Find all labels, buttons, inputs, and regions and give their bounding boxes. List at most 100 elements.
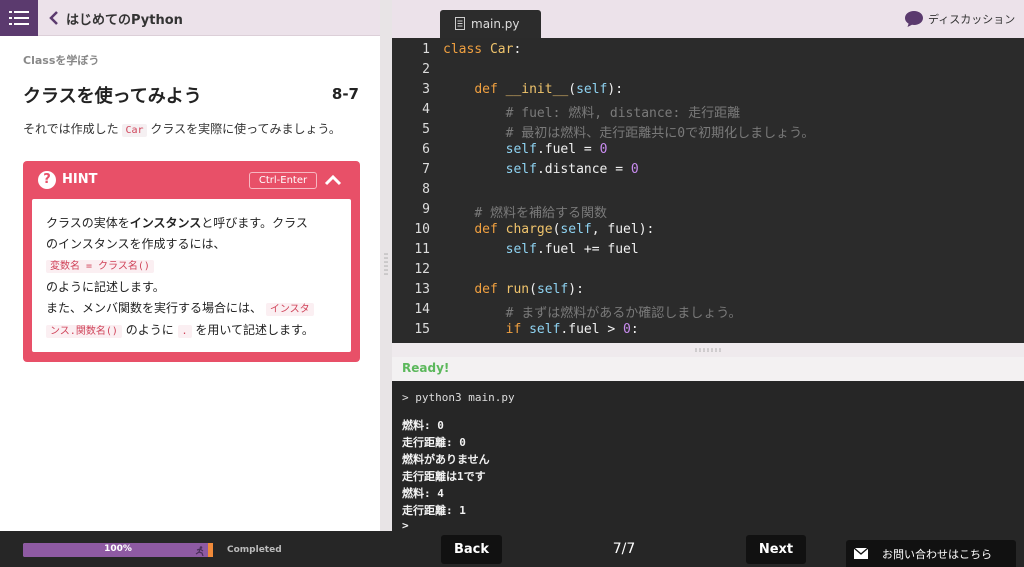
progress-goal-marker bbox=[208, 543, 213, 557]
code-comment: # 燃料を補給する関数 bbox=[474, 206, 607, 221]
line-number: 9 bbox=[422, 202, 430, 217]
line-number: 14 bbox=[414, 302, 430, 317]
page-indicator: 7/7 bbox=[612, 541, 636, 557]
contact-button[interactable]: お問い合わせはこちら bbox=[846, 540, 1016, 567]
hint-line: また、メンバ関数を実行する場合には、 インスタ bbox=[46, 298, 338, 320]
code-line: def __init__(self): bbox=[443, 82, 623, 97]
code-token: Car bbox=[489, 42, 514, 57]
progress-bar: 100% bbox=[23, 543, 213, 557]
hint-line: ンス.関数名() のように . を用いて記述します。 bbox=[46, 320, 338, 342]
code-token: self bbox=[505, 242, 537, 257]
code-line: # 燃料を補給する関数 bbox=[443, 202, 607, 221]
line-number: 3 bbox=[422, 82, 430, 97]
chevron-up-icon[interactable] bbox=[323, 171, 343, 189]
hint-text: のように bbox=[125, 323, 174, 337]
menu-button[interactable] bbox=[0, 0, 38, 36]
console-line: 走行距離は1です bbox=[402, 470, 486, 483]
code-token: if bbox=[505, 322, 522, 337]
hamburger-menu-icon bbox=[9, 11, 29, 25]
code-token: .distance = bbox=[536, 162, 631, 177]
code-token: charge bbox=[505, 222, 553, 237]
code-token: .fuel += fuel bbox=[536, 242, 639, 257]
console-line: 燃料がありません bbox=[402, 453, 490, 466]
progress-label: 100% bbox=[104, 544, 132, 554]
code-editor[interactable]: 1 2 3 4 5 6 7 8 9 10 11 12 13 14 15 clas… bbox=[392, 38, 1024, 343]
hint-label: HINT bbox=[62, 172, 98, 187]
top-bar: はじめてのPython bbox=[0, 0, 380, 36]
drag-handle-icon[interactable] bbox=[384, 252, 388, 276]
line-number: 8 bbox=[422, 182, 430, 197]
file-icon bbox=[455, 17, 465, 30]
code-token: , fuel): bbox=[591, 222, 655, 237]
drag-handle-icon[interactable] bbox=[694, 348, 724, 352]
hint-line: のインスタンスを作成するには、 bbox=[46, 237, 226, 251]
hint-emphasis: インスタンス bbox=[129, 216, 202, 230]
console-line: 走行距離: 1 bbox=[402, 504, 466, 517]
line-number: 12 bbox=[414, 262, 430, 277]
line-number: 13 bbox=[414, 282, 430, 297]
hint-text: また、メンバ関数を実行する場合には、 bbox=[46, 301, 263, 315]
runner-icon bbox=[195, 546, 204, 556]
code-token: def bbox=[474, 82, 498, 97]
hint-line: 変数名 = クラス名() bbox=[46, 255, 338, 277]
code-comment: # まずは燃料があるか確認しましょう。 bbox=[505, 306, 742, 321]
console-status-bar bbox=[392, 357, 1024, 381]
code-line: self.fuel += fuel bbox=[443, 242, 639, 257]
console-line: 走行距離: 0 bbox=[402, 436, 466, 449]
desc-code: Car bbox=[122, 124, 147, 137]
code-token: self bbox=[505, 142, 537, 157]
hint-code: 変数名 = クラス名() bbox=[46, 260, 154, 273]
code-token: ( bbox=[529, 282, 537, 297]
lesson-panel: はじめてのPython Classを学ぼう クラスを使ってみよう 8-7 それで… bbox=[0, 0, 380, 531]
envelope-icon bbox=[854, 548, 868, 559]
code-token: class bbox=[443, 42, 483, 57]
code-token: .fuel > bbox=[560, 322, 624, 337]
code-line: self.distance = 0 bbox=[443, 162, 639, 177]
tab-main-py[interactable]: main.py bbox=[440, 10, 541, 38]
line-number: 1 bbox=[422, 42, 430, 57]
code-token: .fuel = bbox=[536, 142, 600, 157]
hint-box: ? HINT Ctrl-Enter クラスの実体をインスタンスと呼びます。クラス… bbox=[23, 161, 360, 362]
line-number: 6 bbox=[422, 142, 430, 157]
line-number: 11 bbox=[414, 242, 430, 257]
next-button[interactable]: Next bbox=[746, 535, 806, 564]
code-line: # fuel: 燃料, distance: 走行距離 bbox=[443, 102, 741, 121]
contact-label: お問い合わせはこちら bbox=[882, 548, 992, 561]
code-token: 0 bbox=[630, 162, 639, 177]
hint-header[interactable]: ? HINT Ctrl-Enter bbox=[23, 161, 360, 199]
code-line: if self.fuel > 0: bbox=[443, 322, 639, 337]
code-token: 0 bbox=[599, 142, 608, 157]
hint-code: ンス.関数名() bbox=[46, 325, 122, 338]
code-token: self bbox=[529, 322, 561, 337]
hint-line: クラスの実体をインスタンスと呼びます。クラス bbox=[46, 213, 338, 234]
code-line: self.fuel = 0 bbox=[443, 142, 608, 157]
code-token: : bbox=[630, 322, 639, 337]
console-prompt: > bbox=[402, 519, 409, 531]
code-token: 0 bbox=[623, 322, 631, 337]
line-gutter: 1 2 3 4 5 6 7 8 9 10 11 12 13 14 15 bbox=[392, 38, 438, 343]
hint-line: のように記述します。 bbox=[46, 280, 165, 294]
code-token: self bbox=[505, 162, 537, 177]
tab-label: main.py bbox=[471, 17, 520, 31]
section-label: Classを学ぼう bbox=[23, 54, 100, 67]
code-token: self bbox=[576, 82, 608, 97]
hint-text: を用いて記述します。 bbox=[195, 323, 314, 337]
console-line: 燃料: 4 bbox=[402, 487, 444, 500]
hint-code: インスタ bbox=[265, 303, 314, 316]
line-number: 15 bbox=[414, 322, 430, 337]
question-icon: ? bbox=[38, 171, 56, 189]
code-comment: # 最初は燃料、走行距離共に0で初期化しましょう。 bbox=[505, 126, 815, 141]
back-button[interactable]: Back bbox=[441, 535, 502, 564]
code-line: def charge(self, fuel): bbox=[443, 222, 654, 237]
chevron-left-icon[interactable] bbox=[48, 9, 60, 27]
hint-text: と呼びます。クラス bbox=[201, 216, 308, 230]
discussion-label: ディスカッション bbox=[928, 13, 1016, 26]
lesson-number: 8-7 bbox=[331, 85, 359, 103]
desc-text: クラスを実際に使ってみましょう。 bbox=[150, 122, 341, 136]
code-line: # まずは燃料があるか確認しましょう。 bbox=[443, 302, 742, 321]
code-token: run bbox=[505, 282, 530, 297]
line-number: 7 bbox=[422, 162, 430, 177]
line-number: 10 bbox=[414, 222, 430, 237]
code-token: : bbox=[513, 42, 522, 57]
course-title[interactable]: はじめてのPython bbox=[66, 9, 183, 28]
